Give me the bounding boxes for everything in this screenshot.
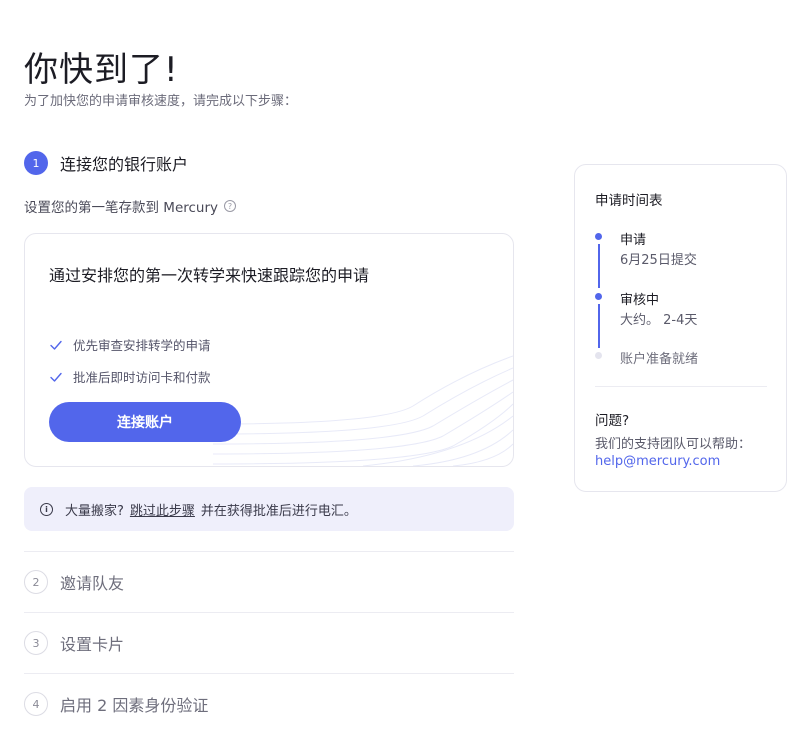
application-timeline-card: 申请时间表 申请 6月25日提交 审核中 大约。 2-4天 账户准备就绪 问题?… [574,164,787,492]
timeline-label: 账户准备就绪 [620,352,699,367]
timeline-connector [598,304,600,348]
timeline-label: 审核中 [620,293,660,308]
status-dot [595,233,602,240]
help-icon[interactable]: ? [224,200,237,212]
skip-step-link[interactable]: 跳过此步骤 [130,500,195,519]
step-1-header: 1 连接您的银行账户 [24,151,188,175]
check-icon [50,372,62,382]
connect-bank-card: 通过安排您的第一次转学来快速跟踪您的申请 优先审查安排转学的申请 批准后即时访问… [24,233,514,467]
questions-text: 我们的支持团队可以帮助： [595,437,752,452]
card-title: 通过安排您的第一次转学来快速跟踪您的申请 [49,266,370,285]
skip-notice: i 大量搬家? 跳过此步骤 并在获得批准后进行电汇。 [24,487,514,531]
step-setup-cards[interactable]: 3 设置卡片 [24,631,124,655]
step-label: 设置卡片 [60,635,125,654]
timeline-sublabel: 大约。 2-4天 [620,313,698,328]
support-email-link[interactable]: help@mercury.com [595,454,720,469]
status-dot [595,352,602,359]
step-number-badge: 1 [24,151,48,175]
step-number-badge: 2 [24,570,48,594]
step-description-text: 设置您的第一笔存款到 Mercury [24,200,219,216]
timeline-sublabel: 6月25日提交 [620,253,697,268]
benefit-text: 批准后即时访问卡和付款 [73,370,211,385]
connect-account-button[interactable]: 连接账户 [49,402,241,442]
notice-suffix: 并在获得批准后进行电汇。 [200,503,357,519]
step-title: 连接您的银行账户 [60,155,189,174]
notice-prefix: 大量搬家? [65,503,124,519]
benefit-text: 优先审查安排转学的申请 [73,338,211,353]
step-label: 邀请队友 [60,574,125,593]
questions-title: 问题? [595,413,630,429]
step-enable-2fa[interactable]: 4 启用 2 因素身份验证 [24,692,208,716]
divider [595,386,767,387]
step-number-badge: 4 [24,692,48,716]
page-subtitle: 为了加快您的申请审核速度，请完成以下步骤： [24,94,298,109]
step-invite-teammates[interactable]: 2 邀请队友 [24,570,124,594]
step-label: 启用 2 因素身份验证 [60,696,209,715]
divider [24,612,514,613]
page-title: 你快到了! [24,50,179,90]
timeline-label: 申请 [620,233,647,248]
benefit-item: 优先审查安排转学的申请 [49,335,211,354]
step-number-badge: 3 [24,631,48,655]
divider [24,551,514,552]
divider [24,673,514,674]
check-icon [50,340,62,350]
step-description: 设置您的第一笔存款到 Mercury ? [24,196,237,216]
timeline-heading: 申请时间表 [595,193,663,209]
decorative-lines [213,355,513,466]
status-dot [595,293,602,300]
timeline-connector [598,244,600,288]
benefit-item: 批准后即时访问卡和付款 [49,367,211,386]
info-icon: i [40,502,53,516]
